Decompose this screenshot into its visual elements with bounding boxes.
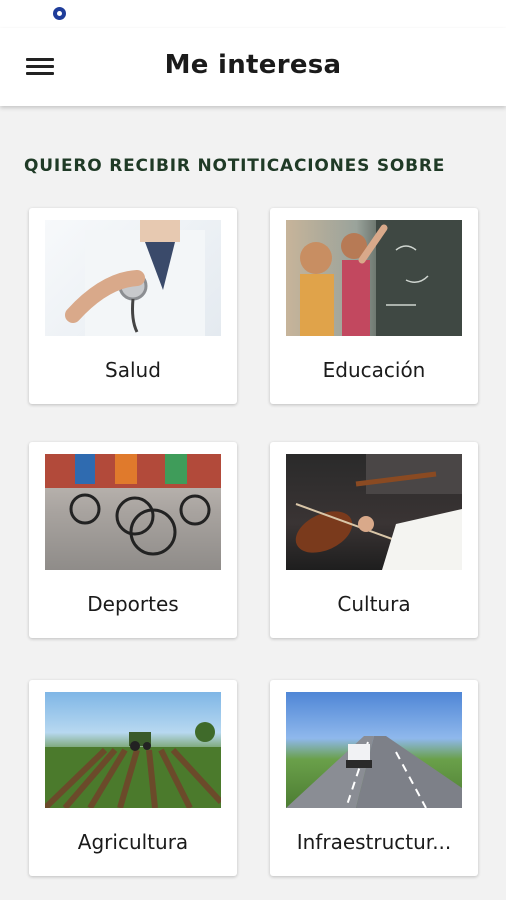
- page-title: Me interesa: [164, 50, 342, 80]
- category-card-deportes[interactable]: Deportes: [29, 442, 237, 638]
- highway-truck-photo: [286, 692, 462, 808]
- violin-photo: [286, 454, 462, 570]
- category-label: Agricultura: [77, 830, 189, 854]
- cycling-photo: [45, 454, 221, 570]
- status-bar: [0, 0, 506, 28]
- classroom-photo: [286, 220, 462, 336]
- category-label: Infraestructur...: [296, 830, 452, 854]
- notification-icon: [53, 7, 66, 20]
- category-card-salud[interactable]: Salud: [29, 208, 237, 404]
- tractor-field-photo: [45, 692, 221, 808]
- category-card-agricultura[interactable]: Agricultura: [29, 680, 237, 876]
- category-card-educacion[interactable]: Educación: [270, 208, 478, 404]
- category-label: Educación: [322, 358, 426, 382]
- section-heading: QUIERO RECIBIR NOTITICACIONES SOBRE: [24, 156, 446, 176]
- category-label: Deportes: [87, 592, 179, 616]
- category-card-cultura[interactable]: Cultura: [270, 442, 478, 638]
- stethoscope-photo: [45, 220, 221, 336]
- category-label: Salud: [105, 358, 161, 382]
- category-card-infraestructura[interactable]: Infraestructur...: [270, 680, 478, 876]
- category-label: Cultura: [337, 592, 411, 616]
- app-bar: Me interesa: [0, 28, 506, 106]
